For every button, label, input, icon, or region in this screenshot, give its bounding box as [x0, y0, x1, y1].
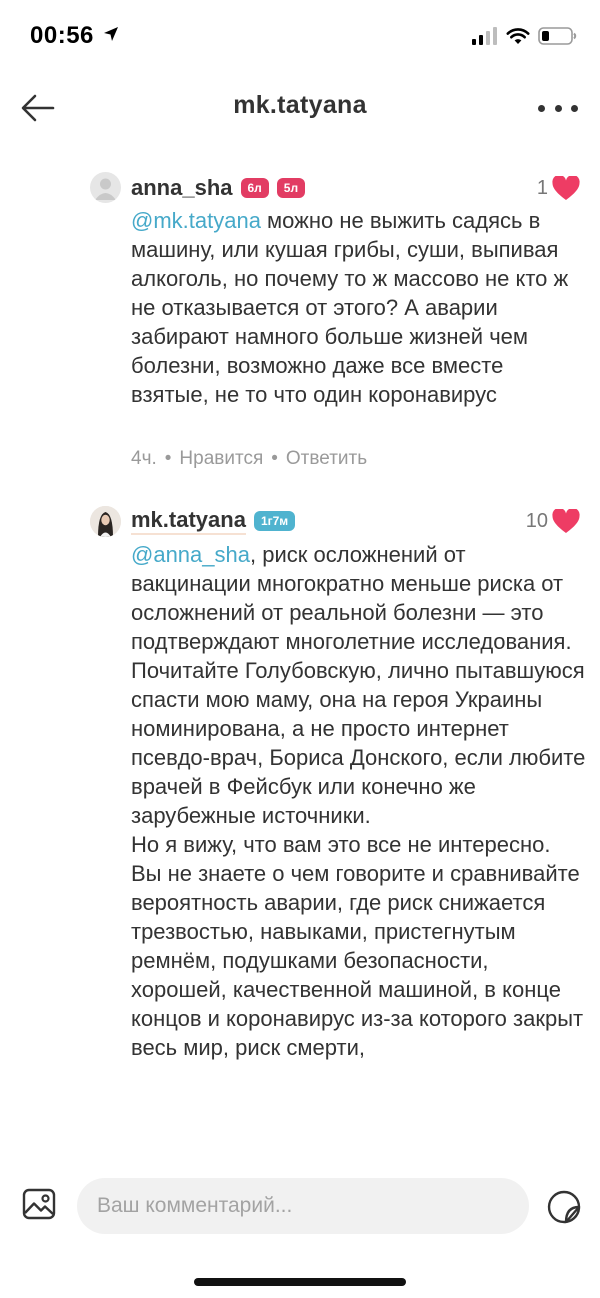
- like-count: 10: [525, 509, 548, 532]
- comment-composer: [0, 1172, 600, 1298]
- gallery-icon: [22, 1188, 56, 1220]
- comment-text-body: можно не выжить садясь в машину, или куш…: [131, 208, 569, 407]
- reply-link[interactable]: Ответить: [286, 448, 367, 470]
- page-title: mk.tatyana: [233, 91, 367, 119]
- heart-icon: [552, 508, 580, 533]
- like-button[interactable]: 1: [537, 173, 580, 203]
- status-badge: 6л: [240, 178, 269, 198]
- status-time: 00:56: [30, 22, 119, 50]
- status-icons: [472, 24, 578, 48]
- more-dots-icon[interactable]: [538, 96, 578, 120]
- battery-icon: [538, 27, 577, 45]
- default-avatar-icon: [95, 178, 116, 200]
- comment-text-body: , риск осложнений от вакцинации многокра…: [131, 542, 586, 1060]
- comment-header: anna_sha 6л 5л: [131, 173, 306, 203]
- mention-link[interactable]: @anna_sha: [131, 542, 250, 567]
- header: mk.tatyana: [0, 76, 600, 140]
- profile-photo-icon: [90, 506, 121, 537]
- comment-text: @mk.tatyana можно не выжить садясь в маш…: [131, 206, 587, 409]
- avatar[interactable]: [90, 172, 121, 203]
- dot-separator: •: [271, 448, 278, 469]
- comment-username[interactable]: anna_sha: [131, 175, 233, 201]
- like-link[interactable]: Нравится: [179, 448, 263, 470]
- status-bar: 00:56: [0, 0, 600, 70]
- heart-icon: [552, 175, 580, 200]
- comments-list: anna_sha 6л 5л 1 @mk.tatyana можно не вы…: [0, 168, 600, 1172]
- location-arrow-icon: [104, 27, 119, 41]
- avatar[interactable]: [90, 506, 121, 537]
- sticker-button[interactable]: [546, 1189, 582, 1225]
- mention-link[interactable]: @mk.tatyana: [131, 208, 261, 233]
- sticker-icon: [547, 1190, 581, 1224]
- status-badge: 1г7м: [253, 511, 296, 531]
- wifi-icon: [506, 28, 530, 44]
- gallery-button[interactable]: [22, 1187, 56, 1221]
- dot-separator: •: [164, 448, 172, 469]
- like-count: 1: [536, 176, 548, 199]
- comment-username[interactable]: mk.tatyana: [131, 507, 246, 535]
- comment-time: 4ч.: [131, 448, 157, 469]
- comment-text: @anna_sha, риск осложнений от вакцинации…: [131, 540, 587, 1062]
- comment-meta: 4ч. • Нравится • Ответить: [131, 448, 367, 470]
- comment-input[interactable]: [77, 1178, 529, 1234]
- comment-header: mk.tatyana 1г7м: [131, 506, 296, 536]
- status-badge: 5л: [276, 178, 306, 198]
- like-button[interactable]: 10: [526, 506, 580, 536]
- signal-icon: [472, 27, 497, 45]
- home-indicator: [194, 1278, 406, 1286]
